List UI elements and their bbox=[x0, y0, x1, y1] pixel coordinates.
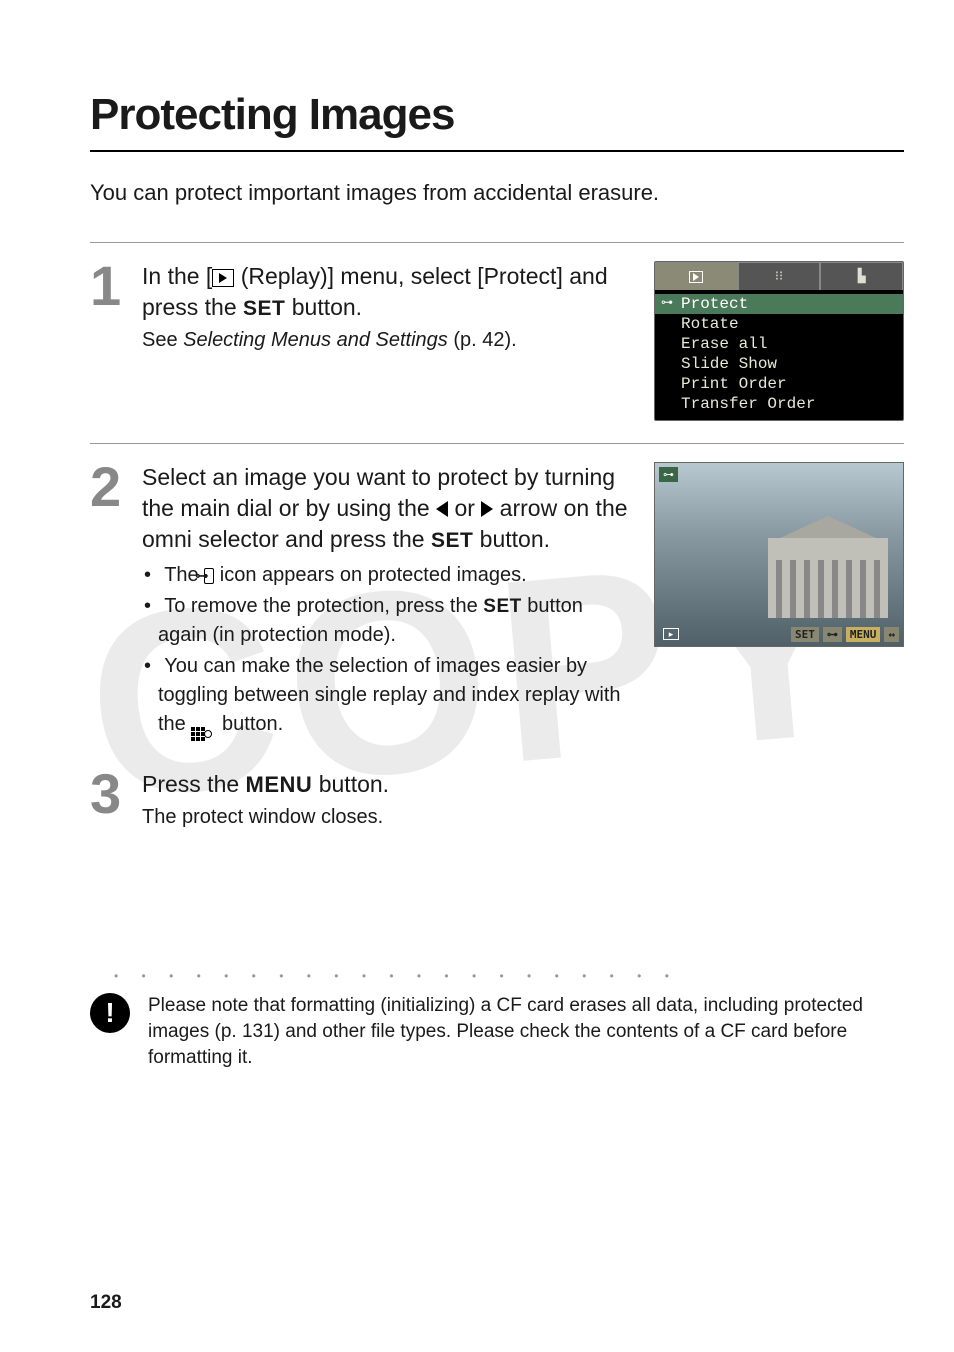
text-fragment: In the [ bbox=[142, 263, 212, 289]
text-fragment: button. bbox=[312, 771, 389, 797]
list-item: The ⊶ icon appears on protected images. bbox=[158, 561, 634, 590]
text-fragment: button. bbox=[473, 526, 550, 552]
step-number: 1 bbox=[90, 261, 128, 421]
chip-arrows: ↔ bbox=[884, 627, 899, 642]
menu-item: Erase all bbox=[655, 334, 903, 354]
intro-text: You can protect important images from ac… bbox=[90, 180, 904, 206]
playback-icon: ▸ bbox=[663, 628, 679, 640]
page-number: 128 bbox=[90, 1292, 122, 1314]
menu-item: Transfer Order bbox=[655, 394, 903, 414]
list-item: You can make the selection of images eas… bbox=[158, 652, 634, 741]
page-title: Protecting Images bbox=[90, 90, 904, 152]
reference-title: Selecting Menus and Settings bbox=[183, 329, 448, 351]
protect-badge: ⊶ bbox=[659, 467, 678, 482]
text-fragment: button. bbox=[285, 294, 362, 320]
step-1: 1 In the [ (Replay)] menu, select [Prote… bbox=[90, 242, 904, 421]
chip-key: ⊶ bbox=[823, 627, 842, 642]
step-3-sub: The protect window closes. bbox=[142, 806, 904, 829]
photo-screenshot: ⊶ ▸ SET ⊶ MENU ↔ bbox=[654, 462, 904, 647]
tab-replay bbox=[655, 262, 738, 290]
warning-icon: ! bbox=[90, 993, 130, 1033]
set-label: SET bbox=[431, 529, 473, 552]
menu-tabs: ⁝⁝ ▙ bbox=[655, 262, 903, 290]
set-label: SET bbox=[483, 596, 521, 617]
arrow-left-icon bbox=[436, 501, 448, 517]
step-2-heading: Select an image you want to protect by t… bbox=[142, 462, 634, 555]
menu-item: Slide Show bbox=[655, 354, 903, 374]
chip-set: SET bbox=[791, 627, 819, 642]
index-replay-icon bbox=[191, 727, 205, 741]
play-icon bbox=[689, 271, 703, 283]
step-number: 3 bbox=[90, 769, 128, 829]
menu-item: Print Order bbox=[655, 374, 903, 394]
step-3: 3 Press the MENU button. The protect win… bbox=[90, 765, 904, 829]
tab-setup: ⁝⁝ bbox=[738, 262, 821, 290]
menu-list: Protect Rotate Erase all Slide Show Prin… bbox=[655, 290, 903, 420]
text-fragment: icon appears on protected images. bbox=[214, 564, 526, 586]
step-1-sub: See Selecting Menus and Settings (p. 42)… bbox=[142, 329, 634, 352]
step-1-heading: In the [ (Replay)] menu, select [Protect… bbox=[142, 261, 634, 323]
separator-dots: • • • • • • • • • • • • • • • • • • • • … bbox=[114, 969, 904, 983]
list-item: To remove the protection, press the SET … bbox=[158, 592, 634, 650]
warning-text: Please note that formatting (initializin… bbox=[148, 993, 904, 1070]
step-2: 2 Select an image you want to protect by… bbox=[90, 443, 904, 743]
text-fragment: button. bbox=[216, 713, 283, 735]
menu-label: MENU bbox=[246, 772, 313, 797]
warning-row: ! Please note that formatting (initializ… bbox=[90, 993, 904, 1070]
menu-item: Rotate bbox=[655, 314, 903, 334]
menu-item: Protect bbox=[655, 294, 903, 314]
photo-status-bar: SET ⊶ MENU ↔ bbox=[791, 627, 899, 642]
text-fragment: See bbox=[142, 329, 183, 351]
set-label: SET bbox=[243, 297, 285, 320]
menu-screenshot: ⁝⁝ ▙ Protect Rotate Erase all Slide Show… bbox=[654, 261, 904, 421]
text-fragment: or bbox=[448, 495, 481, 521]
chip-menu: MENU bbox=[846, 627, 881, 642]
step-3-heading: Press the MENU button. bbox=[142, 769, 904, 800]
tab-mycamera: ▙ bbox=[820, 262, 903, 290]
step-2-bullets: The ⊶ icon appears on protected images. … bbox=[142, 561, 634, 741]
arrow-right-icon bbox=[481, 501, 493, 517]
text-fragment: To remove the protection, press the bbox=[164, 595, 483, 617]
step-number: 2 bbox=[90, 462, 128, 743]
photo-subject bbox=[768, 538, 888, 618]
text-fragment: Press the bbox=[142, 771, 246, 797]
protect-key-icon: ⊶ bbox=[204, 568, 214, 584]
text-fragment: (p. 42). bbox=[448, 329, 517, 351]
replay-icon bbox=[212, 269, 234, 287]
